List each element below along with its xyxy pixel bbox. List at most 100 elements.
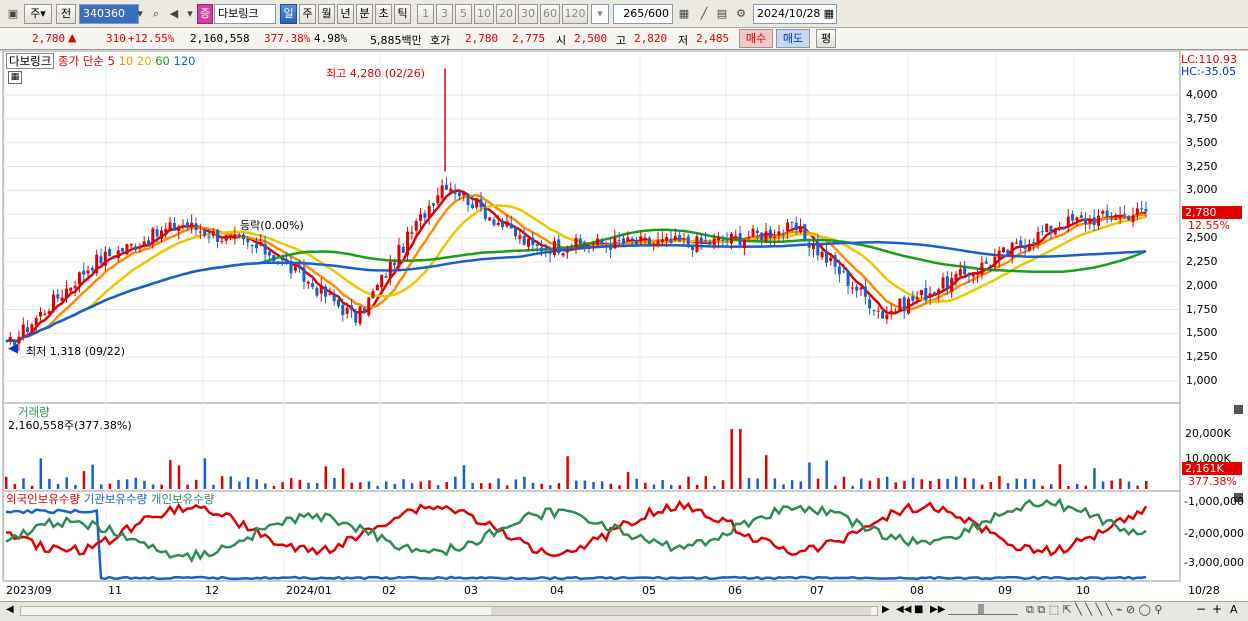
prev-button[interactable]: 전 (56, 4, 76, 24)
candle-body (928, 293, 932, 298)
candle-body (682, 238, 686, 240)
candle-body (652, 243, 656, 246)
period-week[interactable]: 주 (299, 4, 316, 24)
search-icon[interactable]: ⌕ (147, 5, 165, 23)
forward-icon[interactable]: ▶▶ (930, 604, 945, 615)
volume-bar (713, 485, 716, 489)
stock-code-input[interactable]: 340360 (79, 4, 139, 24)
candle-body (937, 289, 941, 295)
date-value: 2024/10/28 (757, 7, 821, 20)
font-size-icon[interactable]: A (1230, 603, 1238, 616)
eval-button[interactable]: 평 (816, 29, 836, 48)
scroll-left-icon[interactable]: ◀ (6, 604, 14, 615)
interval-5[interactable]: 5 (455, 4, 472, 24)
candle-body (958, 269, 962, 276)
candle-body (587, 246, 591, 248)
period-day[interactable]: 일 (280, 4, 297, 24)
period-tick[interactable]: 틱 (394, 4, 411, 24)
stock-name-field[interactable]: 다보링크 (214, 4, 276, 24)
table-toggle-icon[interactable]: ▦ (8, 71, 22, 84)
rewind-icon[interactable]: ◀◀ (896, 604, 911, 615)
zoom-in-icon[interactable]: + (1212, 602, 1222, 616)
candle-body (181, 225, 185, 228)
period-month-label: 월 (321, 7, 332, 20)
candle-body (272, 255, 276, 261)
scroll-right-icon[interactable]: ▶ (882, 604, 890, 615)
price-y-tick: 3,000 (1186, 183, 1218, 197)
volume-bar (272, 485, 276, 489)
horizontal-scrollbar[interactable] (20, 606, 878, 616)
interval-1[interactable]: 1 (417, 4, 434, 24)
gear-icon[interactable]: ⚙ (732, 5, 750, 23)
interval-dropdown[interactable]: ▾ (591, 4, 609, 24)
interval-10[interactable]: 10 (474, 4, 494, 24)
chart-window-icon[interactable]: ▣ (4, 5, 22, 23)
scrollbar-thumb[interactable] (491, 607, 871, 615)
candle-body (518, 235, 522, 239)
draw-line-icon[interactable]: ╱ (695, 5, 713, 23)
candle-body (570, 249, 574, 251)
quote-change-pct: +12.55% (128, 32, 175, 45)
zoom-slider-handle[interactable] (978, 604, 984, 614)
volume-bar (687, 476, 690, 489)
candle-body (103, 251, 107, 266)
candle-body (345, 307, 349, 314)
interval-120[interactable]: 120 (562, 4, 588, 24)
candle-body (147, 240, 150, 246)
price-chart-svg[interactable] (0, 51, 1248, 601)
volume-bar (436, 485, 440, 489)
count-input[interactable]: 265/600 (613, 4, 673, 24)
stop-icon[interactable]: ■ (914, 604, 923, 615)
interval-30[interactable]: 30 (518, 4, 538, 24)
volume-bar (1006, 483, 1010, 489)
up-arrow-icon: ▲ (68, 31, 77, 44)
candle-body (505, 221, 509, 227)
volume-bar (808, 462, 811, 489)
period-year[interactable]: 년 (337, 4, 354, 24)
stock-name-tag[interactable]: 다보링크 (6, 53, 55, 69)
candle-body (790, 221, 794, 223)
current-pct-tag: 12.55% (1188, 219, 1230, 232)
x-axis-label: 04 (550, 584, 564, 597)
chart-area[interactable]: 다보링크 종가 단순 5 10 20 60 120 ▦ 최고 4,280 (02… (0, 51, 1248, 601)
zoom-out-icon[interactable]: − (1196, 602, 1206, 616)
period-minute[interactable]: 분 (356, 4, 373, 24)
ma-120: 120 (173, 54, 196, 68)
market-select[interactable]: 주▾ (24, 4, 52, 24)
candle-body (358, 306, 362, 324)
candle-body (755, 230, 759, 233)
buy-button[interactable]: 매수 (739, 29, 773, 48)
stock-name-value: 다보링크 (218, 7, 259, 20)
period-month[interactable]: 월 (318, 4, 335, 24)
candle-body (669, 238, 673, 243)
period-second[interactable]: 초 (375, 4, 392, 24)
candle-body (881, 311, 885, 319)
volume-close-icon[interactable] (1234, 405, 1243, 414)
candle-body (406, 231, 410, 256)
price-legend: 다보링크 종가 단순 5 10 20 60 120 (6, 53, 195, 69)
candle-body (1027, 244, 1031, 251)
candle-body (617, 240, 621, 242)
candle-body (859, 287, 863, 290)
candle-body (224, 235, 228, 241)
interval-60[interactable]: 60 (540, 4, 560, 24)
candle-body (380, 274, 384, 288)
calendar-icon[interactable]: ▦ (824, 5, 834, 23)
candle-body (457, 192, 461, 197)
x-axis-label: 08 (910, 584, 924, 597)
date-input[interactable]: 2024/10/28 ▦ (753, 4, 837, 24)
interval-20[interactable]: 20 (496, 4, 516, 24)
volume-bar (1041, 485, 1044, 489)
candle-body (306, 281, 310, 284)
zoom-slider[interactable] (948, 604, 1018, 615)
candle-body (1140, 208, 1144, 210)
sell-button[interactable]: 매도 (776, 29, 810, 48)
candle-body (354, 312, 358, 323)
interval-3[interactable]: 3 (436, 4, 453, 24)
candle-body (1049, 225, 1053, 232)
drawing-tools-icons[interactable]: ⧉ ⧉ ⬚ ⇱ ╲ ╲ ╲ ╲ ⌁ ⊘ ◯ ⚲ (1026, 603, 1162, 617)
save-icon[interactable]: ▤ (713, 5, 731, 23)
grid-settings-icon[interactable]: ▦ (675, 5, 693, 23)
quote-bar: 2,780 ▲ 310 +12.55% 2,160,558 377.38% 4.… (0, 28, 1248, 50)
candle-body (285, 259, 289, 263)
